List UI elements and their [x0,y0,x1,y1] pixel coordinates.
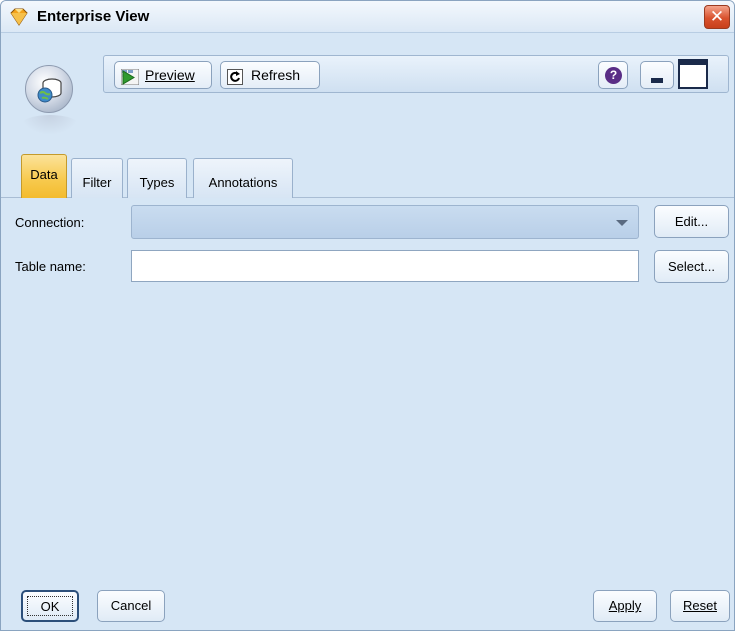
tab-bar: Data Filter Types Annotations [1,151,734,198]
minimize-button[interactable] [640,61,674,89]
apply-label: Apply [608,598,642,613]
close-icon: ✕ [709,7,725,26]
connection-select[interactable] [131,205,639,239]
edit-button[interactable]: Edit... [654,205,729,238]
preview-button[interactable]: Preview [114,61,212,89]
ok-label: OK [40,599,60,614]
reset-label: Reset [683,598,717,613]
connection-label: Connection: [15,215,85,230]
help-icon: ? [605,67,622,84]
dialog-window: Enterprise View ✕ Preview Refresh ? Data… [0,0,735,631]
chevron-down-icon [616,220,628,226]
toolbar: Preview Refresh ? [103,55,729,93]
refresh-label: Refresh [251,67,301,83]
tab-filter[interactable]: Filter [71,158,123,198]
refresh-button[interactable]: Refresh [220,61,320,89]
node-icon-reflection [21,115,79,135]
data-tab-panel: Connection: Edit... Table name: Select..… [1,198,734,580]
dialog-button-bar: OK Cancel Apply Reset [1,580,734,630]
refresh-icon [227,67,243,93]
table-name-input[interactable] [131,250,639,282]
tab-types[interactable]: Types [127,158,187,198]
maximize-icon[interactable] [678,59,708,89]
close-button[interactable]: ✕ [704,5,730,29]
select-button[interactable]: Select... [654,250,729,283]
tab-data[interactable]: Data [21,154,67,198]
title-bar[interactable]: Enterprise View ✕ [1,1,734,33]
tab-annotations[interactable]: Annotations [193,158,293,198]
reset-button[interactable]: Reset [670,590,730,622]
table-name-label: Table name: [15,259,86,274]
help-button[interactable]: ? [598,61,628,89]
window-title: Enterprise View [37,8,150,25]
cancel-button[interactable]: Cancel [97,590,165,622]
diamond-node-icon [9,7,29,27]
preview-label: Preview [145,67,195,83]
ok-button[interactable]: OK [21,590,79,622]
database-globe-icon [25,65,73,113]
minimize-icon [651,78,663,83]
preview-play-icon [120,67,140,93]
apply-button[interactable]: Apply [593,590,657,622]
